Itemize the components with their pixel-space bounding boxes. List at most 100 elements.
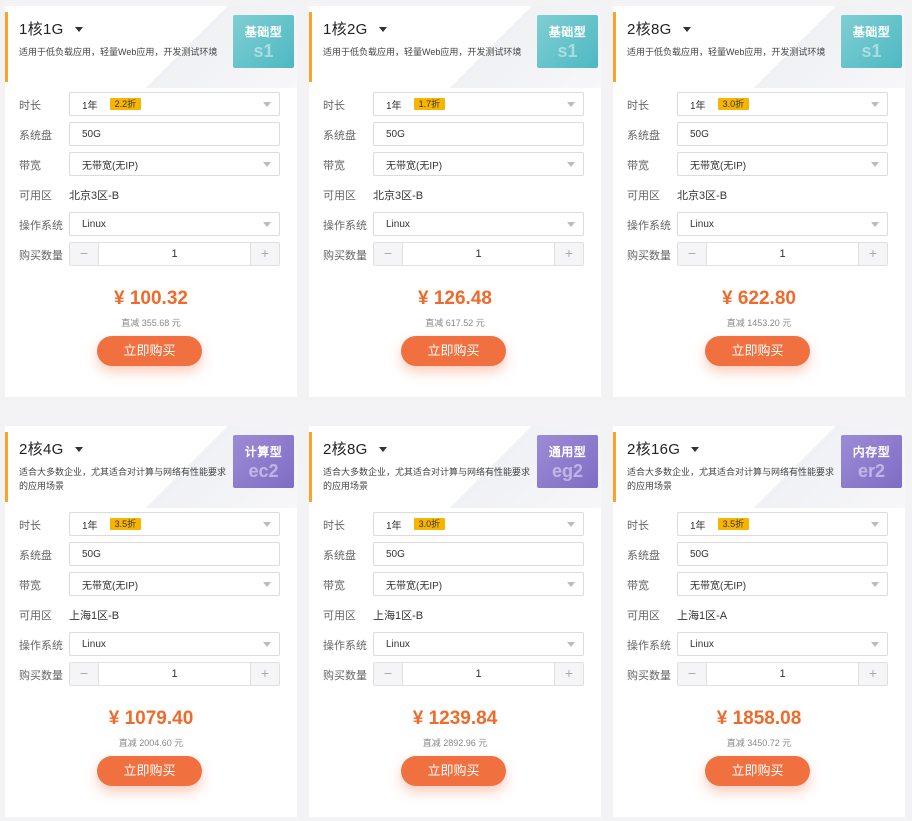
increment-button[interactable]: +	[859, 243, 887, 265]
decrement-button[interactable]: −	[374, 243, 402, 265]
quantity-input[interactable]: 1	[98, 243, 251, 265]
duration-label: 时长	[19, 520, 41, 532]
duration-value: 1年	[386, 520, 402, 532]
chevron-down-icon[interactable]	[74, 447, 83, 452]
duration-label: 时长	[627, 100, 649, 112]
chevron-down-icon	[567, 102, 575, 107]
bandwidth-select[interactable]: 无带宽(无IP)	[69, 572, 280, 596]
zone-label: 可用区	[19, 610, 52, 622]
instance-type-badge: 基础型 s1	[537, 15, 598, 68]
decrement-button[interactable]: −	[374, 663, 402, 685]
duration-select[interactable]: 1年 3.0折	[677, 92, 888, 116]
spec-title: 2核4G	[19, 441, 64, 458]
instance-type-label: 通用型	[548, 445, 587, 459]
os-select[interactable]: Linux	[677, 212, 888, 236]
chevron-down-icon	[263, 522, 271, 527]
increment-button[interactable]: +	[555, 663, 583, 685]
bandwidth-row: 带宽 无带宽(无IP)	[5, 572, 297, 596]
os-label: 操作系统	[323, 220, 367, 232]
quantity-input[interactable]: 1	[706, 663, 859, 685]
instance-type-code: s1	[557, 41, 578, 61]
chevron-down-icon	[871, 102, 879, 107]
price: ¥ 1239.84	[412, 708, 498, 729]
duration-select[interactable]: 1年 1.7折	[373, 92, 584, 116]
bandwidth-select[interactable]: 无带宽(无IP)	[69, 152, 280, 176]
chevron-down-icon	[871, 162, 879, 167]
zone-row: 可用区 北京3区-B	[309, 182, 601, 206]
duration-select[interactable]: 1年 3.5折	[677, 512, 888, 536]
quantity-stepper: − 1 +	[677, 662, 888, 686]
chevron-down-icon[interactable]	[378, 27, 387, 32]
chevron-down-icon[interactable]	[691, 447, 700, 452]
quantity-input[interactable]: 1	[98, 663, 251, 685]
buy-now-button[interactable]: 立即购买	[401, 756, 506, 786]
zone-row: 可用区 上海1区-B	[309, 602, 601, 626]
quantity-input[interactable]: 1	[402, 663, 555, 685]
os-select[interactable]: Linux	[677, 632, 888, 656]
disk-value: 50G	[690, 548, 709, 560]
instance-type-code: eg2	[551, 461, 584, 481]
disk-row: 系统盘 50G	[5, 542, 297, 566]
duration-row: 时长 1年 2.2折	[5, 92, 297, 116]
os-label: 操作系统	[19, 220, 63, 232]
discount-tag: 3.5折	[109, 518, 142, 530]
bandwidth-select[interactable]: 无带宽(无IP)	[373, 152, 584, 176]
os-select[interactable]: Linux	[69, 212, 280, 236]
duration-select[interactable]: 1年 3.5折	[69, 512, 280, 536]
chevron-down-icon[interactable]	[74, 27, 83, 32]
os-row: 操作系统 Linux	[5, 212, 297, 236]
duration-row: 时长 1年 1.7折	[309, 92, 601, 116]
zone-value: 北京3区-B	[677, 190, 728, 202]
decrement-button[interactable]: −	[70, 663, 98, 685]
chevron-down-icon	[871, 522, 879, 527]
buy-now-button[interactable]: 立即购买	[705, 756, 810, 786]
buy-now-button[interactable]: 立即购买	[97, 756, 202, 786]
spec-title: 2核8G	[627, 21, 672, 38]
chevron-down-icon	[263, 222, 271, 227]
bandwidth-select[interactable]: 无带宽(无IP)	[677, 152, 888, 176]
os-row: 操作系统 Linux	[5, 632, 297, 656]
quantity-input[interactable]: 1	[402, 243, 555, 265]
os-select[interactable]: Linux	[373, 632, 584, 656]
bandwidth-select[interactable]: 无带宽(无IP)	[373, 572, 584, 596]
os-select[interactable]: Linux	[373, 212, 584, 236]
duration-row: 时长 1年 3.5折	[5, 512, 297, 536]
spec-description: 适合大多数企业，尤其适合对计算与网络有性能要求的应用场景	[19, 467, 227, 491]
zone-label: 可用区	[627, 190, 660, 202]
instance-type-label: 基础型	[852, 25, 891, 39]
disk-value: 50G	[690, 128, 709, 140]
increment-button[interactable]: +	[251, 663, 279, 685]
duration-value: 1年	[82, 100, 98, 112]
bandwidth-select[interactable]: 无带宽(无IP)	[677, 572, 888, 596]
chevron-down-icon[interactable]	[378, 447, 387, 452]
saved-amount: 直减 355.68 元	[121, 318, 181, 328]
disk-input[interactable]: 50G	[677, 542, 888, 566]
decrement-button[interactable]: −	[678, 663, 706, 685]
os-row: 操作系统 Linux	[309, 212, 601, 236]
chevron-down-icon	[567, 222, 575, 227]
quantity-input[interactable]: 1	[706, 243, 859, 265]
duration-value: 1年	[82, 520, 98, 532]
disk-input[interactable]: 50G	[69, 542, 280, 566]
os-row: 操作系统 Linux	[613, 212, 905, 236]
increment-button[interactable]: +	[251, 243, 279, 265]
duration-select[interactable]: 1年 2.2折	[69, 92, 280, 116]
instance-type-badge: 内存型 er2	[841, 435, 902, 488]
disk-input[interactable]: 50G	[373, 122, 584, 146]
disk-input[interactable]: 50G	[373, 542, 584, 566]
os-select[interactable]: Linux	[69, 632, 280, 656]
decrement-button[interactable]: −	[678, 243, 706, 265]
disk-input[interactable]: 50G	[677, 122, 888, 146]
chevron-down-icon[interactable]	[682, 27, 691, 32]
increment-button[interactable]: +	[859, 663, 887, 685]
duration-select[interactable]: 1年 3.0折	[373, 512, 584, 536]
disk-input[interactable]: 50G	[69, 122, 280, 146]
decrement-button[interactable]: −	[70, 243, 98, 265]
increment-button[interactable]: +	[555, 243, 583, 265]
spec-description: 适用于低负载应用，轻量Web应用，开发测试环境	[627, 47, 826, 57]
quantity-stepper: − 1 +	[373, 242, 584, 266]
buy-now-button[interactable]: 立即购买	[401, 336, 506, 366]
buy-now-button[interactable]: 立即购买	[97, 336, 202, 366]
instance-type-code: ec2	[248, 461, 279, 481]
buy-now-button[interactable]: 立即购买	[705, 336, 810, 366]
